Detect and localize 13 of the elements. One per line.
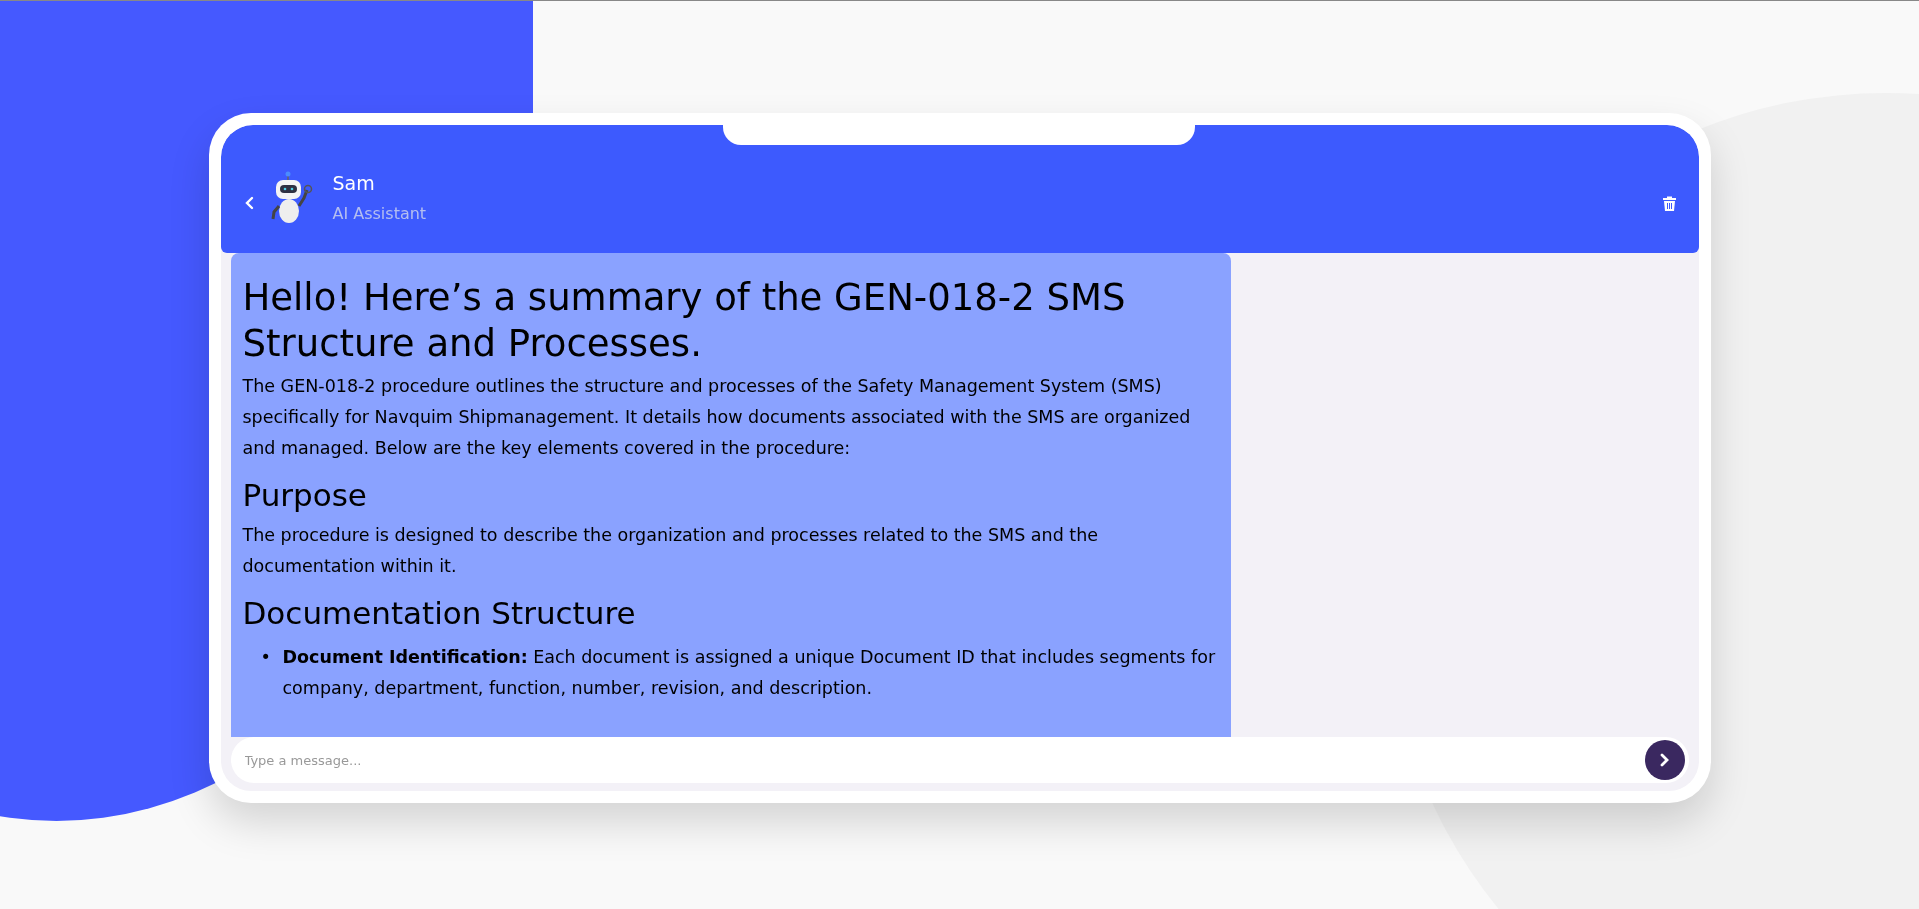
assistant-role: AI Assistant xyxy=(332,203,427,223)
message-input[interactable]: Type a message... xyxy=(230,737,1689,783)
chevron-left-icon xyxy=(244,196,255,210)
section-heading: Purpose xyxy=(242,476,368,514)
section-heading: Documentation Structure xyxy=(242,594,637,632)
bullet-marker: • xyxy=(260,646,272,669)
trash-icon xyxy=(1661,194,1677,212)
message-heading: Hello! Here’s a summary of the GEN-018-2 SMS Structure and Processes. xyxy=(242,275,1127,367)
message-paragraph: The procedure is designed to describe the organization and processes related to the SMS and the documentation within it. xyxy=(242,524,1100,578)
assistant-name: Sam xyxy=(332,171,376,194)
message-paragraph: The GEN-018-2 procedure outlines the structure and processes of the Safety Management System (SMS) specifically for Navquim Shipmanagement. It details how documents associated with the SMS are organized and managed. Below are the key elements covered in the procedure: xyxy=(242,375,1192,460)
chevron-right-icon xyxy=(1658,753,1671,767)
bullet-item: Document Identification: Each document is assigned a unique Document ID that includes segments for company, department, function, number, revision, and description. xyxy=(282,646,1217,700)
